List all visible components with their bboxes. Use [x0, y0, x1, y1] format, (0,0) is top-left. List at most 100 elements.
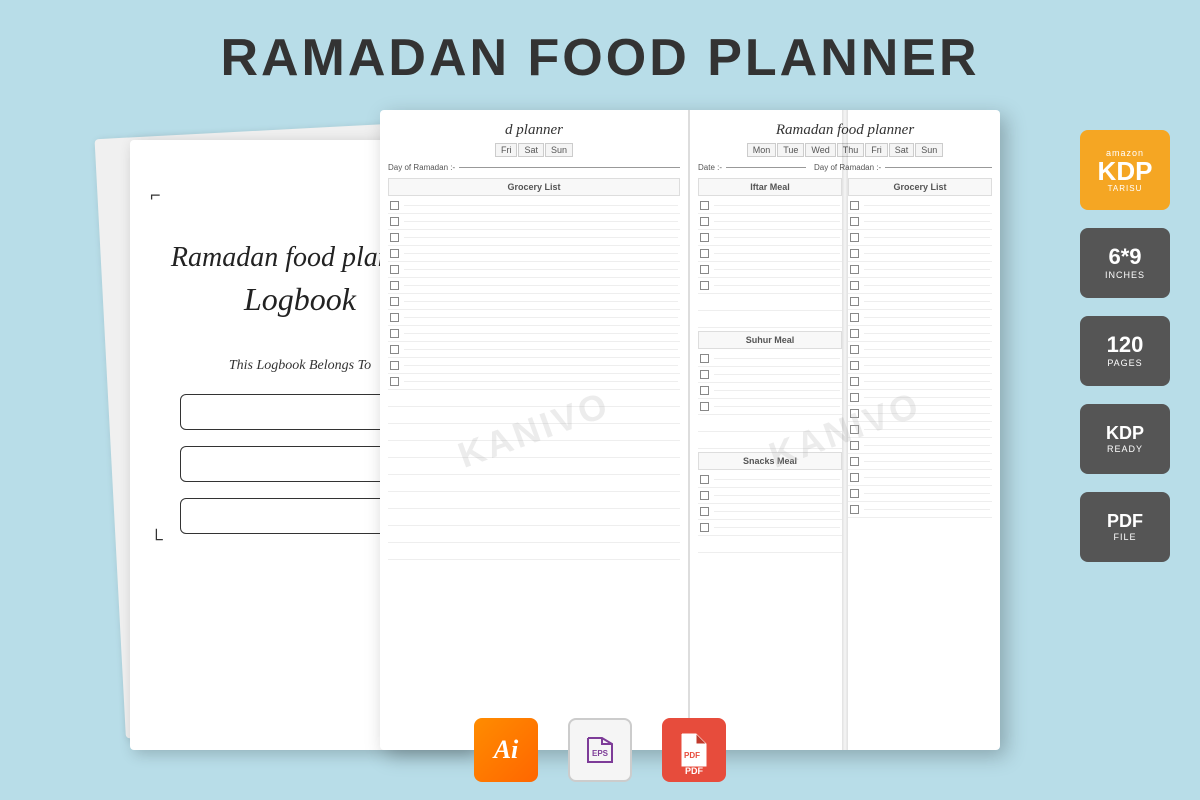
checkbox — [700, 233, 709, 242]
book-area: ⌐ ⌐ └ ┘ Ramadan food planner Logbook Thi… — [100, 110, 1000, 760]
page-title: RAMADAN FOOD PLANNER — [0, 0, 1200, 88]
checklist-row — [698, 262, 842, 278]
wavy-decoration — [190, 378, 410, 386]
checkbox — [850, 377, 859, 386]
suhur-meal-header: Suhur Meal — [698, 331, 842, 349]
checklist-row — [848, 342, 992, 358]
checkbox — [850, 409, 859, 418]
checklist-row — [848, 454, 992, 470]
eps-icon: EPS — [568, 718, 632, 782]
day-tab-mon: Mon — [747, 143, 777, 157]
checklist-row — [698, 520, 842, 536]
checkbox — [700, 281, 709, 290]
checklist-row — [848, 358, 992, 374]
suhur-rows — [698, 351, 842, 449]
day-tab-tue: Tue — [777, 143, 804, 157]
checkbox — [850, 233, 859, 242]
checklist-row — [848, 470, 992, 486]
day-tab-fri: Fri — [495, 143, 518, 157]
checklist-row — [698, 472, 842, 488]
checkbox — [850, 505, 859, 514]
pdf-file-num: PDF — [1107, 512, 1143, 530]
checkbox — [700, 217, 709, 226]
day-of-ramadan-right-label: Day of Ramadan :- — [814, 163, 881, 172]
checklist-row — [388, 246, 680, 262]
checkbox — [390, 217, 399, 226]
kdp-ready-num: KDP — [1106, 424, 1144, 442]
right-page-day-tabs: Mon Tue Wed Thu Fri Sat Sun — [698, 143, 992, 157]
day-info-line-left — [459, 167, 680, 168]
checkbox — [850, 313, 859, 322]
checklist-row — [698, 351, 842, 367]
pdf-svg-icon: PDF — [674, 730, 714, 770]
size-label: INCHES — [1105, 270, 1145, 280]
day-tab-sun-r: Sun — [915, 143, 943, 157]
badges-panel: amazon KDP TARISU 6*9 INCHES 120 PAGES K… — [1080, 130, 1170, 562]
checklist-row — [848, 294, 992, 310]
checkbox — [700, 402, 709, 411]
open-book-left-page: d planner Fri Sat Sun Day of Ramadan :- … — [380, 110, 690, 750]
checkbox — [850, 329, 859, 338]
checklist-row — [388, 326, 680, 342]
checkbox — [390, 297, 399, 306]
snacks-meal-header: Snacks Meal — [698, 452, 842, 470]
day-tab-sat-r: Sat — [889, 143, 915, 157]
left-grocery-header: Grocery List — [388, 178, 680, 196]
pages-num: 120 — [1107, 334, 1144, 356]
checklist-row — [388, 230, 680, 246]
checklist-row — [848, 246, 992, 262]
checkbox — [850, 345, 859, 354]
checkbox — [850, 249, 859, 258]
checklist-row — [848, 198, 992, 214]
right-date-info: Date :- Day of Ramadan :- — [698, 163, 992, 172]
right-page-script-title: Ramadan food planner — [698, 122, 992, 139]
checklist-row — [848, 214, 992, 230]
checkbox — [850, 281, 859, 290]
checklist-row — [698, 367, 842, 383]
checklist-row — [698, 198, 842, 214]
left-page-day-tabs: Fri Sat Sun — [388, 143, 680, 157]
checklist-row — [698, 383, 842, 399]
checklist-row — [388, 198, 680, 214]
checkbox — [390, 201, 399, 210]
checkbox — [390, 249, 399, 258]
checklist-row — [698, 214, 842, 230]
checkbox — [700, 507, 709, 516]
checkbox — [850, 217, 859, 226]
pdf-label: PDF — [685, 766, 703, 776]
right-page-columns: Iftar Meal Suhur Meal — [698, 178, 992, 729]
checkbox — [700, 354, 709, 363]
checkbox — [850, 457, 859, 466]
checklist-row — [848, 438, 992, 454]
kdp-main-label: KDP — [1098, 158, 1153, 184]
right-grocery-header: Grocery List — [848, 178, 992, 196]
checklist-row — [848, 502, 992, 518]
checkbox — [850, 297, 859, 306]
day-tab-wed: Wed — [805, 143, 835, 157]
checklist-row — [388, 374, 680, 390]
size-badge: 6*9 INCHES — [1080, 228, 1170, 298]
checklist-row — [388, 278, 680, 294]
checkbox — [390, 377, 399, 386]
day-tab-thu: Thu — [837, 143, 865, 157]
checklist-row — [848, 422, 992, 438]
belongs-to-label: This Logbook Belongs To — [229, 358, 371, 374]
checklist-row — [848, 278, 992, 294]
pdf-file-label: FILE — [1113, 532, 1136, 542]
open-book-spread: d planner Fri Sat Sun Day of Ramadan :- … — [380, 110, 1000, 750]
size-num: 6*9 — [1108, 246, 1141, 268]
checkbox — [700, 523, 709, 532]
checklist-row — [848, 390, 992, 406]
checklist-row — [698, 488, 842, 504]
eps-svg-icon: EPS — [580, 730, 620, 770]
checkbox — [700, 201, 709, 210]
checkbox — [850, 425, 859, 434]
checklist-row — [388, 262, 680, 278]
pages-badge: 120 PAGES — [1080, 316, 1170, 386]
checkbox — [850, 361, 859, 370]
right-grocery-rows — [848, 198, 992, 518]
checkbox — [390, 329, 399, 338]
left-page-script-title: d planner — [388, 122, 680, 139]
checklist-row — [848, 374, 992, 390]
checklist-row — [698, 230, 842, 246]
